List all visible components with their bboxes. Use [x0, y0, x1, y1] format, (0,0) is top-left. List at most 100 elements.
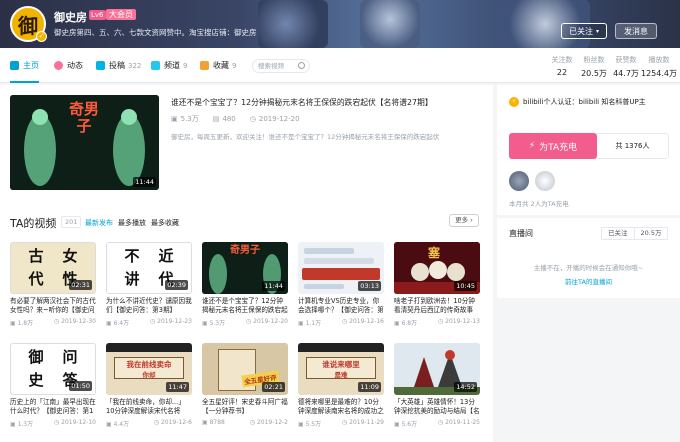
- stat-label: 关注数: [551, 56, 573, 64]
- featured-stats: ▣ 5.3万 ▤ 480 ◷ 2019-12-20: [171, 114, 300, 124]
- video-title[interactable]: 德将来哪里是最难的？10分钟深度解读南宋名将的成功之道: [298, 398, 384, 416]
- video-thumbnail[interactable]: 我在前线卖命 你却 11:47: [106, 343, 192, 395]
- video-title[interactable]: 「我在前线卖命，你却...」10分钟深度解读宋代名将: [106, 398, 192, 416]
- play-icon: ▣: [10, 320, 18, 327]
- tab-favorites[interactable]: 收藏 9: [200, 48, 236, 83]
- user-name: 御史房: [54, 11, 87, 24]
- video-card[interactable]: 塞 10:45 啥老子打到欧洲去！10分钟看清契丹后西辽的传奇故事【名将谱】 ▣ 6.…: [394, 242, 480, 327]
- live-room-link[interactable]: 前往TA的直播间: [497, 276, 680, 286]
- search-placeholder: 搜索视频: [258, 62, 284, 70]
- tab-dynamic[interactable]: 动态: [54, 48, 83, 83]
- video-title[interactable]: 有必要了解两汉社会下的古代女性吗？来~听你的【御史问答】: [10, 297, 96, 315]
- supporter-avatar[interactable]: [535, 171, 555, 191]
- video-thumbnail[interactable]: 全五星好评 02:21: [202, 343, 288, 395]
- follow-button[interactable]: 已关注 ▾: [561, 23, 607, 39]
- verified-badge-icon: ✓: [36, 31, 47, 42]
- favorite-icon: [200, 61, 209, 70]
- sort-most-played[interactable]: 最多播放: [118, 218, 146, 228]
- message-button[interactable]: 发消息: [615, 23, 657, 39]
- video-duration: 02:31: [69, 280, 92, 290]
- video-card[interactable]: 古女代性02:31 有必要了解两汉社会下的古代女性吗？来~听你的【御史问答】 ▣ 1…: [10, 242, 96, 327]
- search-input[interactable]: 搜索视频: [252, 59, 310, 73]
- video-thumbnail[interactable]: 谁说来哪里 是难 11:09: [298, 343, 384, 395]
- video-views: ▣ 5.3万: [202, 318, 225, 327]
- videos-section-title: TA的视频: [10, 217, 57, 230]
- stat-following[interactable]: 关注数 22: [545, 55, 579, 77]
- video-thumbnail[interactable]: 塞 10:45: [394, 242, 480, 294]
- video-title[interactable]: 啥老子打到欧洲去！10分钟看清契丹后西辽的传奇故事【名将谱】: [394, 297, 480, 315]
- video-views: ▣ 4.4万: [106, 419, 129, 428]
- video-card[interactable]: 御问史答01:50 历史上的「江南」最早出现在什么时代？【御史问答：第1期】 ▣ 1…: [10, 343, 96, 428]
- live-fans-count: 20.5万: [634, 227, 669, 240]
- video-card[interactable]: 14:52 「大英雄」英雄情怀！13分钟深挖抗美的励动与结局【名将谱】 ▣ 5.6万…: [394, 343, 480, 428]
- video-title[interactable]: 全五星好评！宋史春斗阿广福【一分钟荐书】: [202, 398, 288, 416]
- video-views-value: 1.3万: [17, 421, 34, 428]
- video-duration: 10:45: [454, 281, 477, 291]
- video-title[interactable]: 历史上的「江南」最早出现在什么时代？【御史问答：第1期】: [10, 398, 96, 416]
- video-meta: ▣ 5.6万 ◷ 2019-11-25: [394, 419, 480, 428]
- more-videos-button[interactable]: 更多 ›: [449, 214, 479, 227]
- video-card[interactable]: 不近讲代 02:39 为什么不讲近代史？谴原因我们【御史问答：第3期】 ▣ 6.4万 ◷…: [106, 242, 192, 327]
- supporter-avatar[interactable]: [509, 171, 529, 191]
- featured-views: ▣ 5.3万: [171, 114, 199, 124]
- play-icon: ▣: [10, 421, 18, 428]
- video-views-value: 6.8万: [401, 320, 418, 327]
- tab-channels[interactable]: 频道 9: [151, 48, 187, 83]
- tab-home[interactable]: 主页: [10, 48, 39, 83]
- video-meta: ▣ 4.4万 ◷ 2019-12-6: [106, 419, 192, 428]
- video-card[interactable]: 我在前线卖命 你却 11:47 「我在前线卖命，你却...」10分钟深度解读宋代名将 ▣…: [106, 343, 192, 428]
- video-views: ▣ 6.8万: [394, 318, 417, 327]
- tab-uploads[interactable]: 投稿 322: [96, 48, 141, 83]
- video-meta: ▣ 6.4万 ◷ 2019-12-23: [106, 318, 192, 327]
- follow-button-label: 已关注: [568, 26, 593, 36]
- video-title[interactable]: 谁还不是个宝宝了？12分钟揭秘元末名将王保保的跌宕起伏: [202, 297, 288, 315]
- video-card[interactable]: 谁说来哪里是难11:09德将来哪里是最难的？10分钟深度解读南宋名将的成功之道▣…: [298, 343, 384, 428]
- video-thumbnail[interactable]: 不近讲代 02:39: [106, 242, 192, 294]
- thumb-text: 塞: [428, 246, 441, 260]
- video-thumbnail[interactable]: 古女代性 02:31: [10, 242, 96, 294]
- stat-label: 播放数: [648, 56, 670, 64]
- live-title: 直播间: [509, 229, 533, 238]
- video-thumbnail[interactable]: 奇男子 11:44: [202, 242, 288, 294]
- video-meta: ▣ 1.1万 ◷ 2019-12-16: [298, 318, 384, 327]
- main-content: 奇男子 11:44 谁还不是个宝宝了？12分钟揭秘元末名将王保保的跌宕起伏【名将…: [0, 85, 493, 442]
- live-follow-toggle[interactable]: 已关注 20.5万: [601, 227, 669, 240]
- video-title[interactable]: 计算机专业VS历史专业，你会选择哪个？【御史问答：第2期】: [298, 297, 384, 315]
- sort-most-favorited[interactable]: 最多收藏: [151, 218, 179, 228]
- video-thumbnail[interactable]: 03:13: [298, 242, 384, 294]
- video-title[interactable]: 为什么不讲近代史？谴原因我们【御史问答：第3期】: [106, 297, 192, 315]
- video-duration: 11:47: [166, 382, 189, 392]
- stat-fans[interactable]: 粉丝数 20.5万: [577, 55, 611, 79]
- video-card[interactable]: 奇男子 11:44 谁还不是个宝宝了？12分钟揭秘元末名将王保保的跌宕起伏 ▣ 5.3…: [202, 242, 288, 327]
- video-card[interactable]: 全五星好评 02:21 全五星好评！宋史春斗阿广福【一分钟荐书】 ▣ 8788 ◷ 20…: [202, 343, 288, 426]
- sort-newest[interactable]: 最新发布: [85, 218, 113, 228]
- thumb-text: 你却: [142, 371, 156, 379]
- tab-label: 主页: [23, 61, 39, 70]
- video-card[interactable]: 03:13 计算机专业VS历史专业，你会选择哪个？【御史问答：第2期】 ▣ 1.1万…: [298, 242, 384, 327]
- featured-thumbnail[interactable]: 奇男子 11:44: [10, 95, 159, 190]
- stat-value: 1254.4万: [641, 69, 677, 78]
- chevron-down-icon: ▾: [595, 27, 599, 35]
- channel-icon: [151, 61, 160, 70]
- featured-title[interactable]: 谁还不是个宝宝了？12分钟揭秘元末名将王保保的跌宕起伏【名将谱27期】: [171, 97, 433, 108]
- thumb-char: 不: [124, 247, 140, 265]
- video-thumbnail[interactable]: 御问史答 01:50: [10, 343, 96, 395]
- live-followed-label[interactable]: 已关注: [601, 227, 635, 240]
- video-date: ◷ 2019-12-16: [342, 318, 384, 327]
- play-icon: ▣: [106, 421, 114, 428]
- video-duration: 11:09: [358, 382, 381, 392]
- video-thumbnail[interactable]: 14:52: [394, 343, 480, 395]
- play-icon: ▣: [171, 115, 178, 123]
- thumb-char: 御: [28, 348, 44, 366]
- tab-count: 9: [232, 61, 237, 70]
- verification: ⚡ bilibili个人认证：bilibili 知名科普UP主: [509, 97, 646, 107]
- thumb-text: 是难: [334, 371, 348, 379]
- clock-icon: ◷: [249, 419, 257, 426]
- video-meta: ▣ 8788 ◷ 2019-12-2: [202, 419, 288, 426]
- search-icon[interactable]: [298, 62, 305, 69]
- video-title[interactable]: 「大英雄」英雄情怀！13分钟深挖抗美的励动与结局【名将谱】: [394, 398, 480, 416]
- dynamic-icon: [54, 61, 63, 70]
- charge-button[interactable]: ⚡ 为TA充电: [509, 133, 597, 159]
- video-views-value: 6.4万: [113, 320, 130, 327]
- video-views-value: 4.4万: [113, 421, 130, 428]
